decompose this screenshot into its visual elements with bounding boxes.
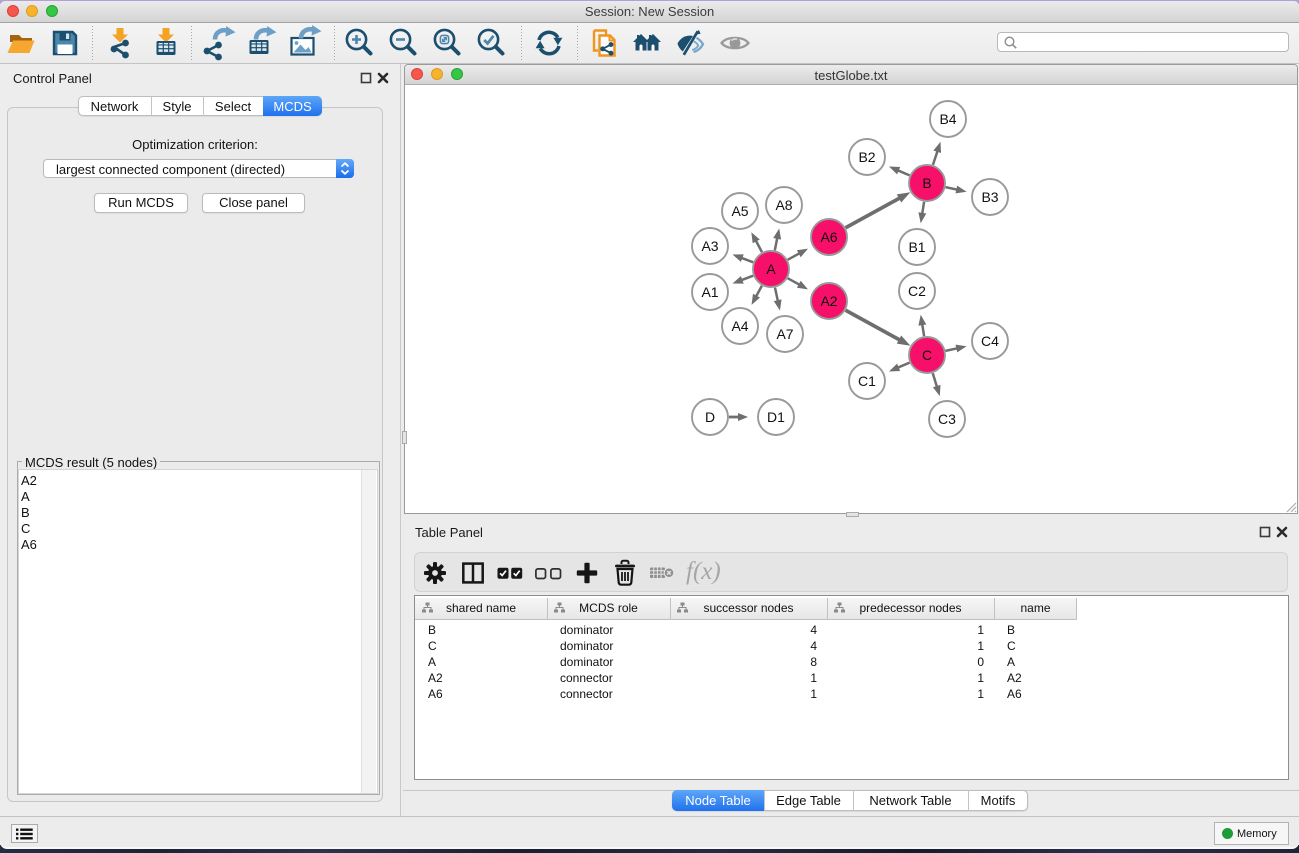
svg-text:A8: A8 <box>775 197 792 213</box>
svg-text:C4: C4 <box>981 333 999 349</box>
svg-text:C3: C3 <box>938 411 956 427</box>
svg-text:D1: D1 <box>767 409 785 425</box>
svg-text:A6: A6 <box>820 229 837 245</box>
svg-text:D: D <box>705 409 715 425</box>
svg-text:A3: A3 <box>701 238 718 254</box>
svg-text:B2: B2 <box>858 149 875 165</box>
svg-text:A5: A5 <box>731 203 748 219</box>
svg-text:A: A <box>766 261 776 277</box>
svg-text:A2: A2 <box>820 293 837 309</box>
svg-text:B4: B4 <box>939 111 956 127</box>
svg-text:A4: A4 <box>731 318 748 334</box>
svg-text:A7: A7 <box>776 326 793 342</box>
svg-text:A1: A1 <box>701 284 718 300</box>
svg-text:C: C <box>922 347 932 363</box>
svg-text:B1: B1 <box>908 239 925 255</box>
svg-text:B: B <box>922 175 931 191</box>
svg-text:B3: B3 <box>981 189 998 205</box>
svg-text:C1: C1 <box>858 373 876 389</box>
svg-text:C2: C2 <box>908 283 926 299</box>
